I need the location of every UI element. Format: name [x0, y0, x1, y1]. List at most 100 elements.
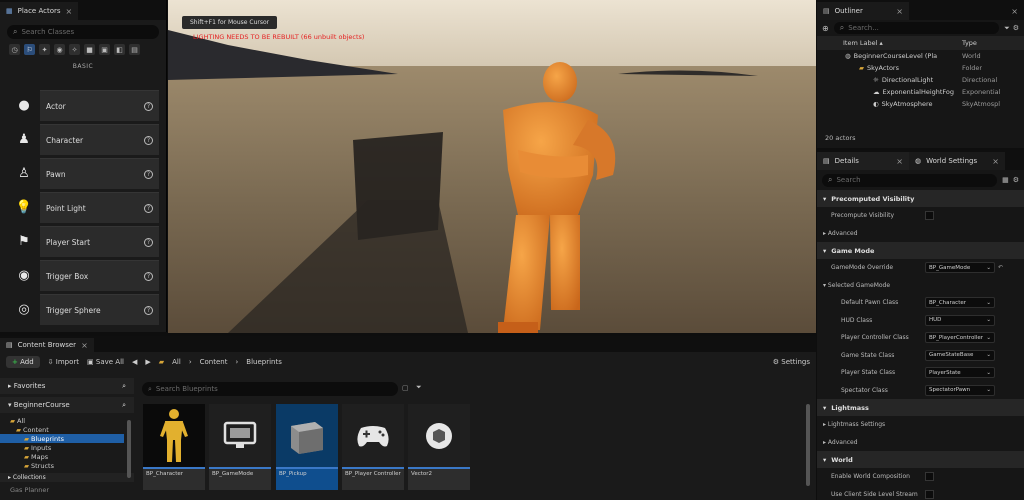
- asset-tile-bp-pickup[interactable]: BP_Pickup: [276, 404, 338, 490]
- item-label-column-header[interactable]: Item Label ▴: [817, 39, 962, 47]
- save-all-button[interactable]: ▣ Save All: [87, 358, 124, 366]
- favorites-header[interactable]: ▸ Favorites ⌕: [0, 378, 134, 394]
- class-search-input[interactable]: ⌕ Search Classes: [7, 25, 159, 39]
- details-search-input[interactable]: ⌕ Search: [822, 173, 998, 187]
- asset-search-input[interactable]: ⌕ Search Blueprints: [142, 382, 398, 396]
- place-actors-tab[interactable]: ▦ Place Actors ×: [0, 2, 79, 20]
- actor-item-trigger-sphere[interactable]: ◎ Trigger Sphere?: [8, 294, 159, 325]
- info-icon[interactable]: ?: [144, 203, 153, 213]
- history-back-icon[interactable]: ◀: [132, 358, 137, 366]
- prop-selected-gamemode[interactable]: ▾ Selected GameMode: [817, 277, 1024, 295]
- settings-button[interactable]: ⚙ Settings: [773, 358, 810, 366]
- recent-icon[interactable]: ◷: [9, 44, 20, 55]
- precompute-visibility-checkbox[interactable]: [925, 211, 934, 221]
- prop-lightmass-settings[interactable]: ▸ Lightmass Settings: [817, 416, 1024, 434]
- info-icon[interactable]: ?: [144, 237, 153, 247]
- breadcrumb-content[interactable]: Content: [200, 358, 228, 366]
- player-controller-class-dropdown[interactable]: BP_PlayerController ⌄: [925, 332, 995, 344]
- outliner-row-height-fog[interactable]: ☁ ExponentialHeightFog Exponential: [817, 86, 1024, 98]
- basic-category-icon[interactable]: ⚐: [24, 44, 35, 55]
- close-icon[interactable]: ×: [896, 7, 903, 16]
- folder-icon[interactable]: ▰: [159, 358, 164, 366]
- outliner-row-folder[interactable]: ▰ SkyActors Folder: [817, 62, 1024, 74]
- history-forward-icon[interactable]: ▶: [145, 358, 150, 366]
- asset-tile-vector2[interactable]: Vector2: [408, 404, 470, 490]
- actor-item-trigger-box[interactable]: ◉ Trigger Box?: [8, 260, 159, 291]
- close-icon[interactable]: ×: [1005, 7, 1024, 20]
- filter-icon[interactable]: ⏷: [416, 383, 422, 392]
- all-classes-category-icon[interactable]: ◧: [114, 44, 125, 55]
- level-viewport[interactable]: Shift+F1 for Mouse Cursor LIGHTING NEEDS…: [168, 0, 816, 333]
- import-button[interactable]: ⇩ Import: [48, 358, 79, 366]
- asset-tile-bp-gamemode[interactable]: BP_GameMode: [209, 404, 271, 490]
- prop-advanced-lightmass[interactable]: ▸ Advanced: [817, 434, 1024, 452]
- table-view-icon[interactable]: ▦: [1002, 176, 1009, 184]
- info-icon[interactable]: ?: [144, 135, 153, 145]
- breadcrumb-blueprints[interactable]: Blueprints: [246, 358, 282, 366]
- search-icon[interactable]: ⌕: [122, 382, 126, 391]
- settings-icon[interactable]: ⚙: [1013, 24, 1019, 32]
- collections-header[interactable]: ▸ Collections: [0, 473, 134, 482]
- reset-arrow-icon[interactable]: ↶: [998, 264, 1003, 271]
- folder-row-maps[interactable]: ▰ Maps: [0, 452, 134, 461]
- geometry-category-icon[interactable]: ■: [84, 44, 95, 55]
- info-icon[interactable]: ?: [144, 101, 153, 111]
- actor-item-point-light[interactable]: 💡 Point Light?: [8, 192, 159, 223]
- world-settings-tab[interactable]: ◍ World Settings ×: [909, 152, 1005, 170]
- outliner-tab[interactable]: ▤ Outliner ×: [817, 2, 909, 20]
- section-world[interactable]: ▾ World: [817, 451, 1024, 468]
- add-filter-icon[interactable]: ⊕: [822, 24, 829, 33]
- close-icon[interactable]: ×: [66, 7, 73, 16]
- add-button[interactable]: + Add: [6, 356, 40, 368]
- hud-class-dropdown[interactable]: HUD ⌄: [925, 314, 995, 326]
- folder-row-all[interactable]: ▰ All: [0, 416, 134, 425]
- actor-item-pawn[interactable]: ♙ Pawn?: [8, 158, 159, 189]
- actor-item-actor[interactable]: ● Actor?: [8, 90, 159, 121]
- spectator-class-dropdown[interactable]: SpectatorPawn ⌄: [925, 384, 995, 396]
- world-composition-checkbox[interactable]: [925, 472, 934, 482]
- asset-tile-bp-player-controller[interactable]: BP_Player Controller: [342, 404, 404, 490]
- folder-row-content[interactable]: ▰ Content: [0, 425, 134, 434]
- close-icon[interactable]: ×: [81, 341, 88, 350]
- outliner-row-sky-atmosphere[interactable]: ◐ SkyAtmosphere SkyAtmospl: [817, 98, 1024, 110]
- gamemode-override-dropdown[interactable]: BP_GameMode ⌄: [925, 262, 995, 274]
- folder-tree-scrollbar[interactable]: [127, 420, 131, 478]
- outliner-row-world[interactable]: ◍ BeginnerCourseLevel (Pla World: [817, 50, 1024, 62]
- shapes-category-icon[interactable]: ▤: [129, 44, 140, 55]
- client-side-level-stream-checkbox[interactable]: [925, 489, 934, 499]
- player-state-class-dropdown[interactable]: PlayerState ⌄: [925, 367, 995, 379]
- close-icon[interactable]: ×: [896, 157, 903, 166]
- close-icon[interactable]: ×: [992, 157, 999, 166]
- asset-grid-scrollbar[interactable]: [806, 404, 810, 486]
- outliner-search-input[interactable]: ⌕ Search...: [833, 22, 1000, 34]
- folder-row-inputs[interactable]: ▰ Inputs: [0, 443, 134, 452]
- filter-icon[interactable]: ⏷: [1004, 24, 1010, 33]
- breadcrumb-all[interactable]: All: [172, 358, 181, 366]
- info-icon[interactable]: ?: [144, 305, 153, 315]
- details-tab[interactable]: ▤ Details ×: [817, 152, 909, 170]
- type-column-header[interactable]: Type: [962, 39, 977, 47]
- cinematic-category-icon[interactable]: ◉: [54, 44, 65, 55]
- search-icon[interactable]: ⌕: [122, 401, 126, 410]
- project-header[interactable]: ▾ BeginnerCourse ⌕: [0, 397, 134, 413]
- section-lightmass[interactable]: ▾ Lightmass: [817, 399, 1024, 416]
- prop-advanced[interactable]: ▸ Advanced: [817, 225, 1024, 243]
- visual-effects-category-icon[interactable]: ✧: [69, 44, 80, 55]
- info-icon[interactable]: ?: [144, 169, 153, 179]
- folder-row-blueprints[interactable]: ▰ Blueprints: [0, 434, 124, 443]
- game-state-class-dropdown[interactable]: GameStateBase ⌄: [925, 349, 995, 361]
- lights-category-icon[interactable]: ✦: [39, 44, 50, 55]
- settings-icon[interactable]: ⚙: [1013, 176, 1019, 184]
- info-icon[interactable]: ?: [144, 271, 153, 281]
- outliner-row-directional-light[interactable]: ☼ DirectionalLight Directional: [817, 74, 1024, 86]
- gas-planner-row[interactable]: Gas Planner: [0, 485, 134, 494]
- section-game-mode[interactable]: ▾ Game Mode: [817, 242, 1024, 259]
- content-browser-tab[interactable]: ▤ Content Browser ×: [0, 338, 94, 352]
- actor-item-player-start[interactable]: ⚑ Player Start?: [8, 226, 159, 257]
- save-search-icon[interactable]: ▢: [402, 384, 409, 392]
- volumes-category-icon[interactable]: ▣: [99, 44, 110, 55]
- default-pawn-class-dropdown[interactable]: BP_Character ⌄: [925, 297, 995, 309]
- folder-row-structs[interactable]: ▰ Structs: [0, 461, 134, 470]
- asset-tile-bp-character[interactable]: BP_Character: [143, 404, 205, 490]
- section-precomputed-visibility[interactable]: ▾ Precomputed Visibility: [817, 190, 1024, 207]
